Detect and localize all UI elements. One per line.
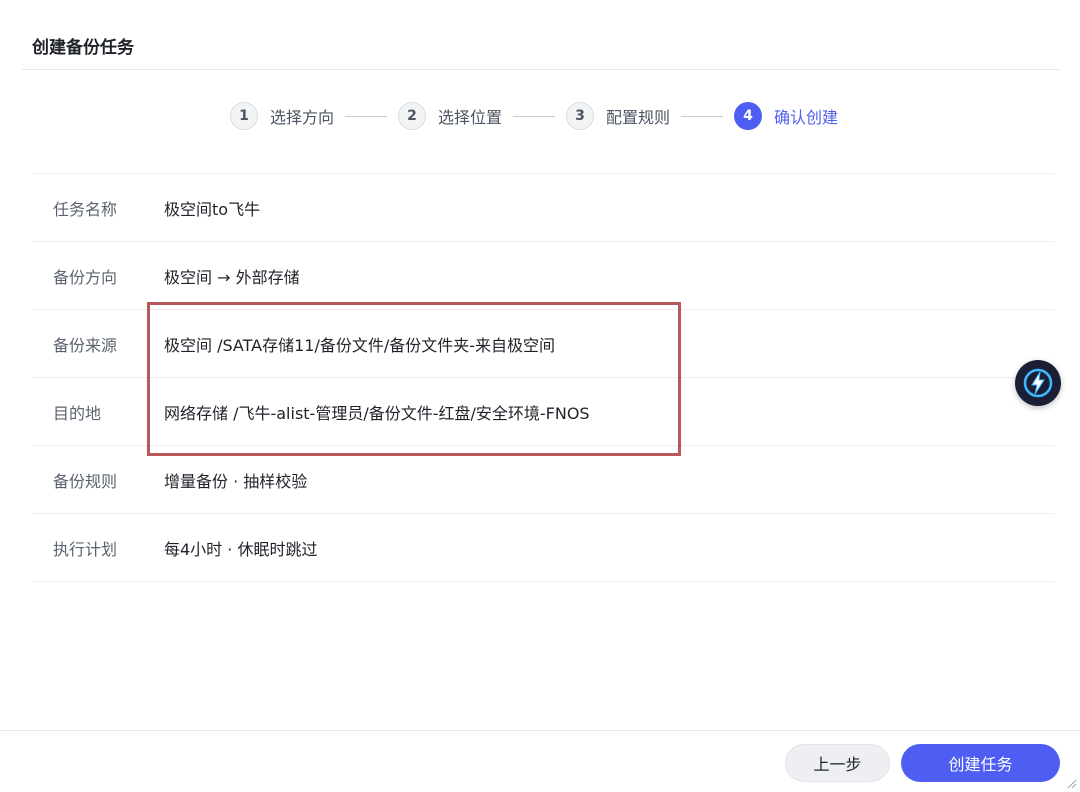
- row-label: 执行计划: [53, 539, 118, 559]
- step-connector: [345, 115, 388, 117]
- step-connector: [681, 115, 724, 117]
- resize-grip-icon[interactable]: [1065, 777, 1077, 789]
- create-backup-dialog: 创建备份任务 1 选择方向 2 选择位置 3 配置规则 4 确认创建 任务名称 …: [0, 0, 1080, 792]
- step-label: 确认创建: [774, 108, 839, 127]
- stepper: 1 选择方向 2 选择位置 3 配置规则 4 确认创建: [230, 101, 838, 131]
- step-3[interactable]: 3 配置规则: [566, 102, 670, 130]
- summary-row-rules: 备份规则 增量备份 · 抽样校验: [32, 446, 1054, 514]
- title-divider: [22, 69, 1060, 70]
- step-2[interactable]: 2 选择位置: [398, 102, 502, 130]
- step-number: 1: [230, 102, 258, 130]
- dialog-title: 创建备份任务: [32, 38, 134, 58]
- row-value: 网络存储 /飞牛-alist-管理员/备份文件-红盘/安全环境-FNOS: [164, 403, 590, 423]
- row-value: 每4小时 · 休眠时跳过: [164, 539, 318, 559]
- footer-divider: [0, 730, 1080, 731]
- step-connector: [513, 115, 556, 117]
- row-label: 备份来源: [53, 335, 118, 355]
- summary-row-source: 备份来源 极空间 /SATA存储11/备份文件/备份文件夹-来自极空间: [32, 310, 1054, 378]
- step-label: 选择位置: [438, 108, 503, 127]
- step-number: 2: [398, 102, 427, 130]
- step-label: 选择方向: [270, 108, 335, 127]
- row-value: 极空间 /SATA存储11/备份文件/备份文件夹-来自极空间: [164, 335, 556, 355]
- step-label: 配置规则: [606, 108, 671, 127]
- summary-table: 任务名称 极空间to飞牛 备份方向 极空间 → 外部存储 备份来源 极空间 /S…: [32, 173, 1054, 582]
- previous-step-button[interactable]: 上一步: [785, 744, 890, 782]
- row-label: 目的地: [53, 403, 102, 423]
- step-number: 3: [566, 102, 595, 130]
- step-1[interactable]: 1 选择方向: [230, 102, 334, 130]
- summary-row-schedule: 执行计划 每4小时 · 休眠时跳过: [32, 514, 1054, 582]
- summary-row-destination: 目的地 网络存储 /飞牛-alist-管理员/备份文件-红盘/安全环境-FNOS: [32, 378, 1054, 446]
- step-4[interactable]: 4 确认创建: [734, 102, 838, 130]
- row-label: 备份方向: [53, 267, 118, 287]
- row-value: 极空间to飞牛: [164, 199, 261, 219]
- row-label: 任务名称: [53, 199, 118, 219]
- lightning-assistant-icon[interactable]: [1015, 360, 1061, 406]
- summary-row-task-name: 任务名称 极空间to飞牛: [32, 174, 1054, 242]
- step-number: 4: [734, 102, 763, 130]
- row-value: 增量备份 · 抽样校验: [164, 471, 308, 491]
- row-value: 极空间 → 外部存储: [164, 267, 300, 287]
- summary-row-direction: 备份方向 极空间 → 外部存储: [32, 242, 1054, 310]
- create-task-button[interactable]: 创建任务: [901, 744, 1060, 782]
- row-label: 备份规则: [53, 471, 118, 491]
